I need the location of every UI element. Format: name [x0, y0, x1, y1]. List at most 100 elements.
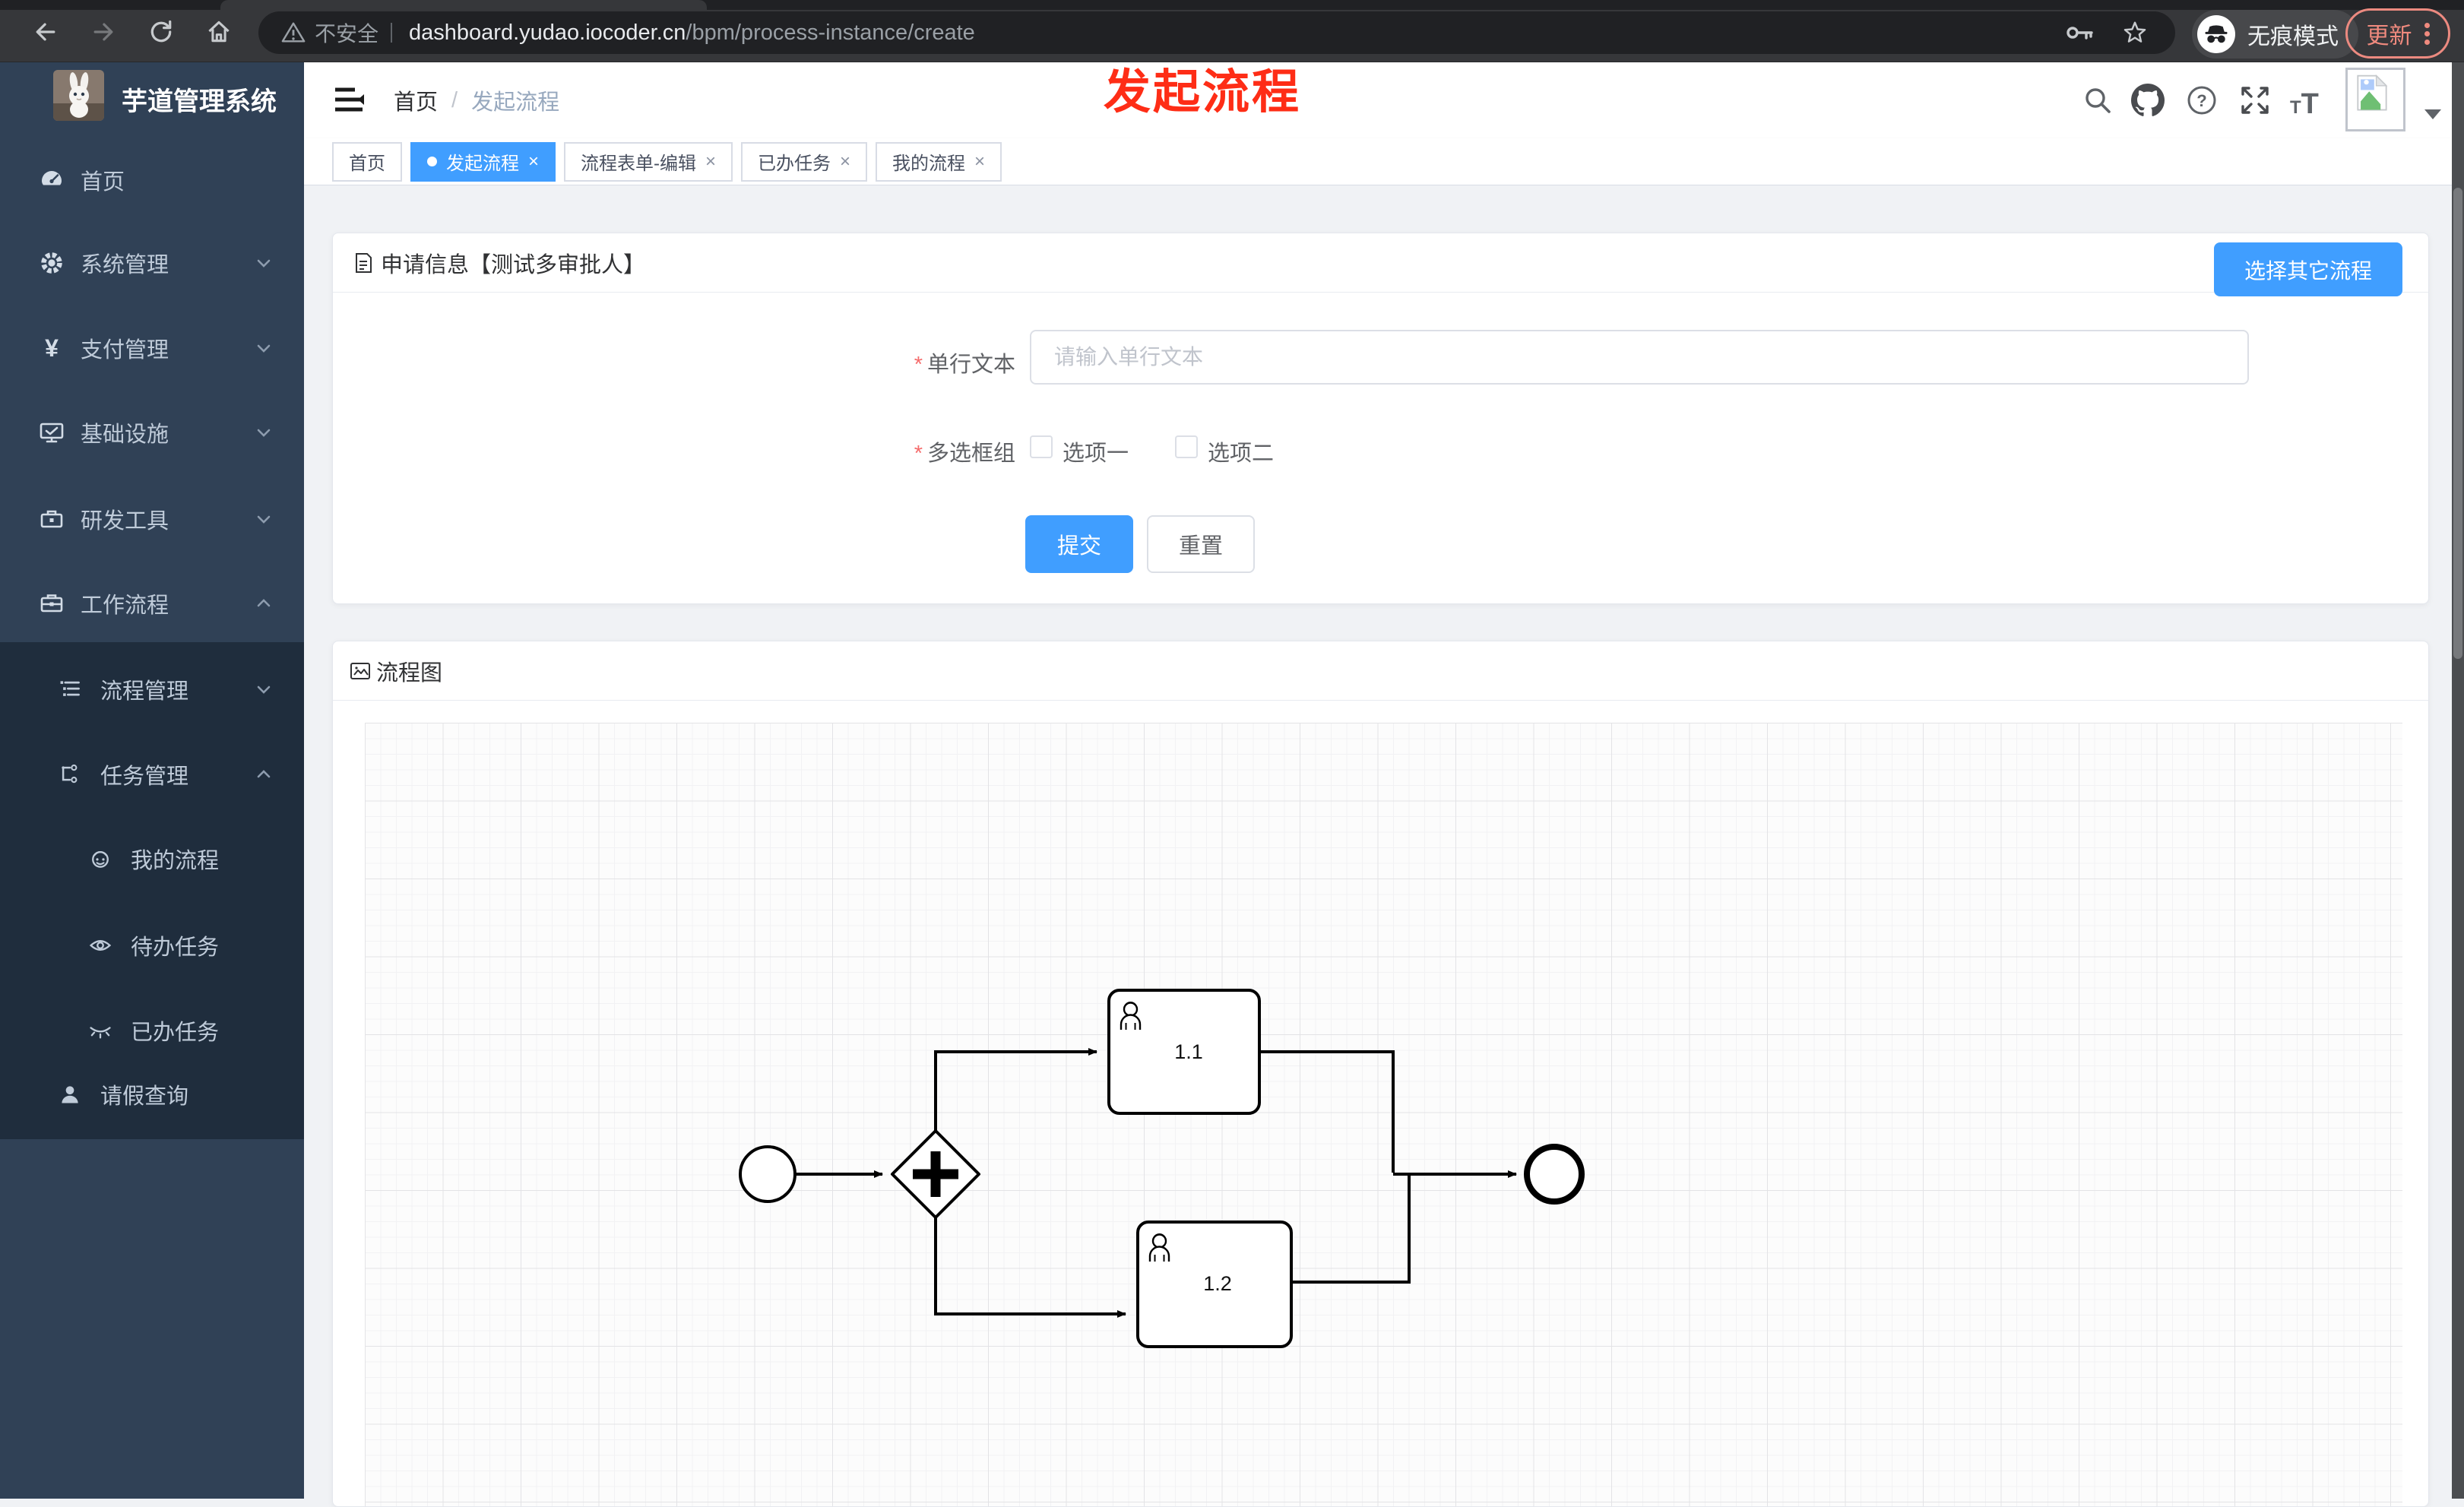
tab-label: 发起流程 [446, 154, 519, 174]
browser-update-button[interactable]: 更新 [2345, 8, 2450, 59]
sidebar-item-workflow[interactable]: 工作流程 [0, 561, 304, 646]
tab-label: 首页 [349, 154, 385, 174]
image-icon [349, 660, 372, 682]
bpmn-user-task-2[interactable]: 1.2 [1136, 1220, 1293, 1348]
url-host[interactable]: dashboard.yudao.iocoder.cn [409, 21, 686, 46]
bpmn-user-task-1[interactable]: 1.1 [1107, 989, 1261, 1115]
home-icon[interactable] [205, 18, 233, 46]
face-icon [88, 847, 116, 871]
single-line-text-input[interactable] [1030, 330, 2249, 385]
bpmn-parallel-gateway[interactable] [891, 1129, 980, 1219]
sidebar-item-process-mgmt[interactable]: 流程管理 [0, 647, 304, 732]
sidebar-item-task-mgmt[interactable]: 任务管理 [0, 732, 304, 817]
sidebar-item-leave-query[interactable]: 请假查询 [0, 1052, 304, 1137]
sidebar-item-payment[interactable]: ¥ 支付管理 [0, 306, 304, 391]
update-label[interactable]: 更新 [2367, 17, 2412, 50]
gear-icon [38, 249, 65, 277]
address-bar[interactable]: 不安全 dashboard.yudao.iocoder.cn/bpm/proce… [258, 11, 2175, 54]
search-icon[interactable] [2081, 84, 2114, 117]
avatar-dropdown-caret[interactable] [2424, 109, 2441, 119]
close-icon[interactable]: × [974, 151, 985, 173]
sidebar-item-todo-tasks[interactable]: 待办任务 [0, 903, 304, 988]
sidebar-item-infra[interactable]: 基础设施 [0, 390, 304, 475]
url-path[interactable]: /bpm/process-instance/create [686, 21, 974, 46]
bpmn-diagram: 1.1 1.2 [739, 989, 1585, 1348]
tab-create-process[interactable]: 发起流程 × [410, 141, 556, 182]
active-tab-dot [427, 157, 437, 166]
github-icon[interactable] [2131, 84, 2165, 117]
gauge-icon [38, 166, 65, 194]
help-icon[interactable]: ? [2185, 84, 2219, 117]
monitor-icon [38, 419, 65, 446]
avatar[interactable] [2345, 68, 2405, 131]
app-logo-rabbit [53, 70, 104, 121]
tab-home[interactable]: 首页 [332, 141, 402, 182]
incognito-badge: 无痕模式 [2192, 10, 2358, 59]
fullscreen-icon[interactable] [2238, 84, 2272, 117]
breadcrumb-home[interactable]: 首页 [394, 84, 438, 116]
sidebar-item-system[interactable]: 系统管理 [0, 220, 304, 306]
reload-icon[interactable] [147, 18, 175, 46]
checkbox-option-2[interactable] [1175, 435, 1198, 458]
process-diagram-card: 流程图 1.1 1.2 [332, 641, 2429, 1507]
breadcrumb-current: 发起流程 [471, 90, 560, 115]
checkbox-label-1[interactable]: 选项一 [1063, 435, 1129, 467]
single-line-text-field[interactable] [1030, 330, 2249, 385]
sidebar-item-my-process[interactable]: 我的流程 [0, 816, 304, 901]
close-icon[interactable]: × [528, 151, 539, 173]
browser-active-tab[interactable] [220, 0, 707, 10]
sidebar-item-label: 任务管理 [100, 765, 189, 789]
close-icon[interactable]: × [705, 151, 716, 173]
font-size-icon[interactable]: TT [2290, 88, 2323, 122]
bpmn-end-event[interactable] [1524, 1144, 1585, 1205]
browser-menu-icon[interactable] [2424, 20, 2430, 48]
sidebar-item-label: 支付管理 [81, 338, 169, 363]
sidebar-item-devtools[interactable]: 研发工具 [0, 476, 304, 562]
checkbox-option-1[interactable] [1030, 435, 1053, 458]
browser-tab-strip [0, 0, 2464, 10]
back-icon[interactable] [32, 18, 59, 46]
tags-view-bar: 首页 发起流程 × 流程表单-编辑 × 已办任务 × 我的流程 × [304, 138, 2452, 185]
app-title: 芋道管理系统 [122, 87, 277, 116]
sidebar-fold-icon[interactable] [332, 84, 366, 117]
sidebar-item-label: 流程管理 [100, 679, 189, 704]
task-label: 1.2 [1203, 1272, 1232, 1295]
card-title: 申请信息【测试多审批人】 [381, 252, 646, 277]
tab-my-process[interactable]: 我的流程 × [876, 141, 1002, 182]
yen-icon: ¥ [45, 334, 59, 362]
sidebar-item-label: 研发工具 [81, 509, 169, 533]
tab-done-tasks[interactable]: 已办任务 × [741, 141, 868, 182]
tab-label: 我的流程 [892, 154, 966, 174]
tab-label: 已办任务 [758, 154, 831, 174]
tab-form-edit[interactable]: 流程表单-编辑 × [564, 141, 733, 182]
security-label[interactable]: 不安全 [315, 17, 378, 48]
chevron-down-icon [255, 255, 272, 271]
sidebar-item-home[interactable]: 首页 [0, 138, 304, 223]
incognito-label: 无痕模式 [2247, 24, 2339, 49]
tab-label: 流程表单-编辑 [581, 154, 697, 174]
sidebar-item-label: 系统管理 [81, 253, 169, 277]
submit-button[interactable]: 提交 [1025, 515, 1133, 573]
chevron-down-icon [255, 340, 272, 356]
breadcrumb: 首页 / 发起流程 [394, 62, 559, 138]
checkbox-label-2[interactable]: 选项二 [1208, 435, 1274, 467]
reset-button[interactable]: 重置 [1147, 515, 1255, 573]
choose-other-process-button[interactable]: 选择其它流程 [2214, 242, 2402, 296]
required-asterisk: * [914, 442, 923, 466]
task-label: 1.1 [1174, 1040, 1203, 1063]
sidebar-item-label: 首页 [81, 170, 125, 195]
sidebar-item-label: 工作流程 [81, 594, 169, 618]
scrollbar-thumb[interactable] [2453, 188, 2462, 659]
bpmn-canvas[interactable]: 1.1 1.2 [365, 723, 2402, 1506]
close-icon[interactable]: × [840, 151, 850, 173]
page-scrollbar[interactable] [2452, 62, 2464, 1499]
user-icon [58, 1082, 85, 1107]
warning-icon[interactable] [281, 21, 306, 45]
forward-icon[interactable] [90, 18, 117, 46]
incognito-icon [2197, 15, 2235, 53]
bookmark-star-icon[interactable] [2122, 20, 2148, 46]
key-icon[interactable] [2066, 22, 2096, 43]
url-divider [391, 23, 393, 43]
sidebar: 芋道管理系统 首页 系统管理 ¥ 支付管理 基础设施 研发工具 工作流程 流程管… [0, 62, 304, 1499]
bpmn-start-event[interactable] [739, 1145, 797, 1203]
